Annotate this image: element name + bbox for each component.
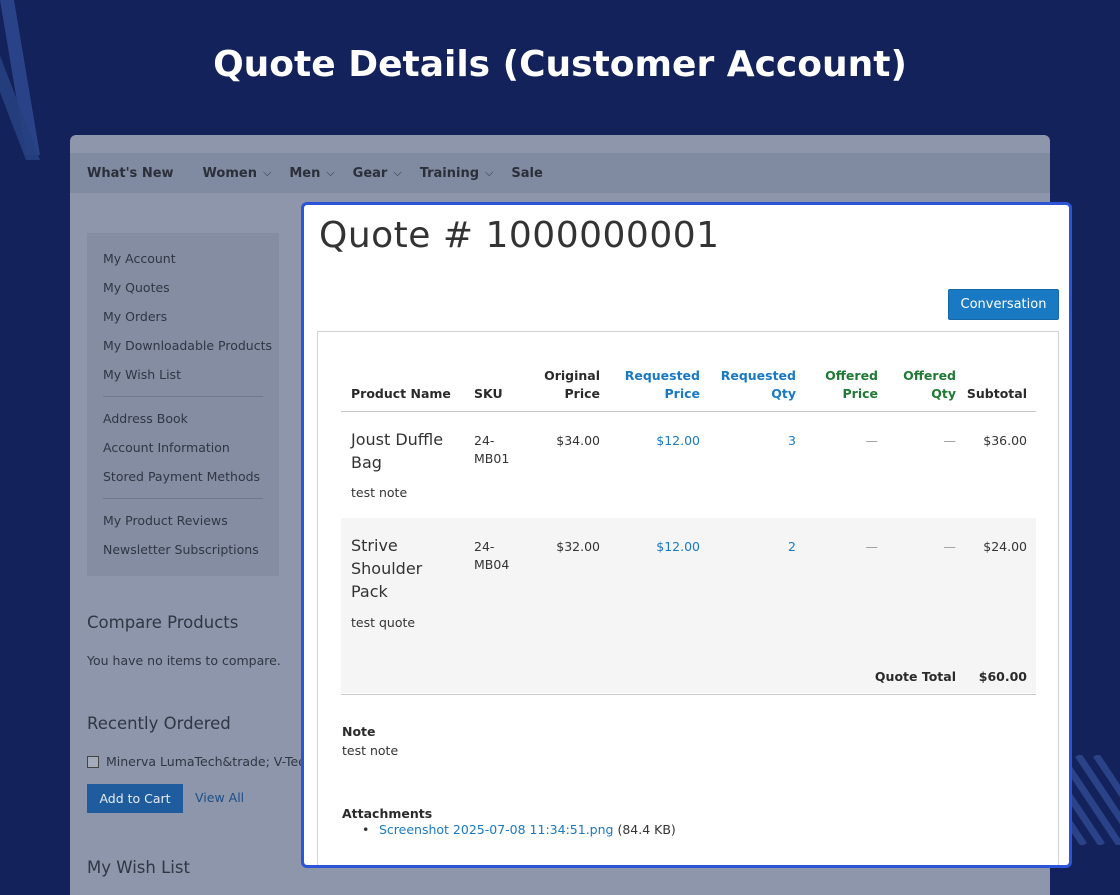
header-divider [341,411,1036,412]
original-price: $32.00 [556,539,600,554]
column-header-product-name: Product Name [351,386,451,401]
sidebar-item-account-information[interactable]: Account Information [103,440,230,455]
nav-label: What's New [87,165,174,181]
sku-line: MB04 [474,557,510,572]
nav-whats-new[interactable]: What's New [87,166,174,181]
offered-price: — [865,539,879,554]
recently-ordered-item: Minerva LumaTech&trade; V-Tee [87,754,306,769]
header-line: Price [664,386,701,401]
column-header-offered-qty: Offered Qty [884,367,956,403]
item-checkbox[interactable] [87,755,99,768]
column-header-original-price: Original Price [530,367,600,403]
header-line: Offered [903,368,956,383]
requested-qty: 2 [788,539,796,554]
page-headline: Quote Details (Customer Account) [213,44,907,85]
compare-empty-text: You have no items to compare. [87,653,281,668]
attachment-item: • Screenshot 2025-07-08 11:34:51.png (84… [362,822,676,837]
product-name-line: Shoulder [351,559,423,578]
requested-price: $12.00 [656,433,700,448]
conversation-button[interactable]: Conversation [948,289,1059,320]
quote-total-label: Quote Total [874,669,956,684]
column-header-requested-price: Requested Price [610,367,700,403]
chevron-down-icon: ⌵ [393,166,402,179]
quote-title: Quote # 1000000001 [319,215,720,256]
item-subtotal: $24.00 [983,539,1027,554]
wishlist-title: My Wish List [87,858,190,877]
chevron-down-icon: ⌵ [326,166,335,179]
header-line: Requested [720,368,796,383]
product-name-line: Joust Duffle [351,430,444,449]
original-price: $34.00 [556,433,600,448]
offered-qty: — [943,539,957,554]
header-line: Original [544,368,600,383]
header-line: Offered [825,368,878,383]
sidebar-item-stored-payment-methods[interactable]: Stored Payment Methods [103,469,260,484]
nav-label: Training [419,165,480,181]
nav-women[interactable]: Women ⌵ [203,166,272,181]
recently-ordered-title: Recently Ordered [87,714,231,733]
top-navigation: What's New Women ⌵ Men ⌵ Gear ⌵ Training… [70,153,1050,193]
item-note: test note [351,485,408,500]
column-header-sku: SKU [474,386,503,401]
recently-ordered-item-label: Minerva LumaTech&trade; V-Tee [106,754,306,769]
sidebar-divider [103,498,263,499]
nav-training[interactable]: Training ⌵ [420,166,494,181]
chevron-down-icon: ⌵ [262,166,272,179]
attachments-label: Attachments [342,806,433,821]
total-divider [341,694,1036,695]
nav-label: Gear [352,165,388,181]
sidebar-divider [103,396,263,397]
header-line: Price [842,386,879,401]
sidebar-item-address-book[interactable]: Address Book [103,411,188,426]
sidebar-item-my-orders[interactable]: My Orders [103,309,167,324]
item-subtotal: $36.00 [983,433,1027,448]
header-line: Price [564,386,601,401]
quote-total-value: $60.00 [978,669,1027,684]
product-name-line: Strive [351,536,398,555]
nav-sale[interactable]: Sale [511,166,542,181]
nav-gear[interactable]: Gear ⌵ [353,166,402,181]
item-sku: 24- MB04 [474,538,509,574]
sku-line: 24- [474,539,495,554]
column-header-subtotal: Subtotal [966,386,1027,401]
nav-label: Women [202,165,257,181]
requested-qty: 3 [788,433,796,448]
product-name: Joust Duffle Bag [351,428,443,474]
sidebar-item-product-reviews[interactable]: My Product Reviews [103,513,228,528]
chevron-down-icon: ⌵ [485,166,494,179]
offered-price: — [865,433,879,448]
note-text: test note [342,743,399,758]
requested-price: $12.00 [656,539,700,554]
attachment-link[interactable]: Screenshot 2025-07-08 11:34:51.png [379,822,613,837]
sidebar-item-my-account[interactable]: My Account [103,251,176,266]
view-all-link[interactable]: View All [195,790,244,805]
sku-line: MB01 [474,451,510,466]
nav-men[interactable]: Men ⌵ [289,166,334,181]
product-name: Strive Shoulder Pack [351,534,422,603]
product-name-line: Bag [351,453,382,472]
item-sku: 24- MB01 [474,432,509,468]
item-note: test quote [351,615,416,630]
compare-products-title: Compare Products [87,613,239,632]
header-line: Qty [931,386,956,401]
column-header-requested-qty: Requested Qty [706,367,796,403]
header-line: Qty [771,386,796,401]
add-to-cart-button[interactable]: Add to Cart [87,784,183,813]
attachment-size: (84.4 KB) [617,822,676,837]
account-sidebar: My Account My Quotes My Orders My Downlo… [87,233,279,576]
sidebar-item-newsletter-subscriptions[interactable]: Newsletter Subscriptions [103,542,259,557]
bullet-icon: • [362,822,370,837]
column-header-offered-price: Offered Price [798,367,878,403]
header-line: Requested [624,368,700,383]
quote-details-panel: Quote # 1000000001 Conversation Product … [301,202,1072,868]
sidebar-item-wish-list[interactable]: My Wish List [103,367,181,382]
sku-line: 24- [474,433,495,448]
offered-qty: — [943,433,957,448]
product-name-line: Pack [351,582,388,601]
sidebar-item-downloadable-products[interactable]: My Downloadable Products [103,338,272,353]
note-label: Note [342,724,376,739]
nav-label: Men [289,165,321,181]
sidebar-item-my-quotes[interactable]: My Quotes [103,280,170,295]
nav-label: Sale [511,165,543,181]
